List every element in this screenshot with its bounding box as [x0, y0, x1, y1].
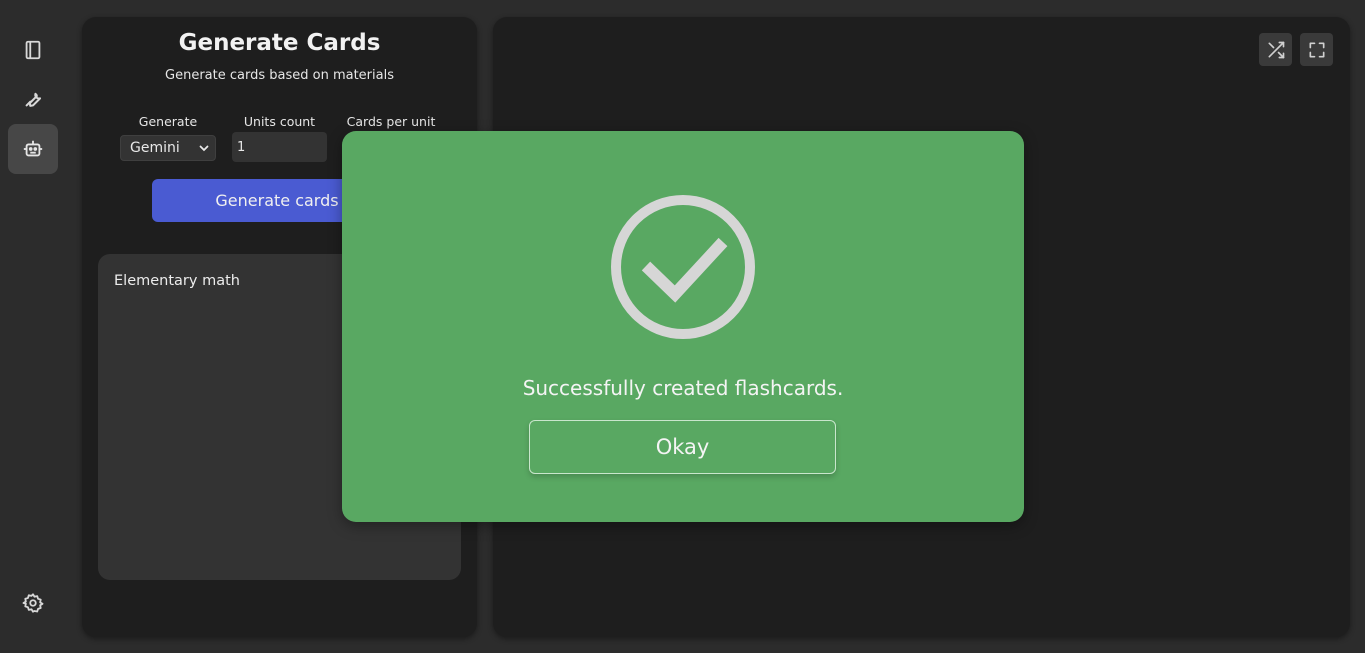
- generate-cards-label: Generate cards: [215, 191, 339, 210]
- page-subtitle: Generate cards based on materials: [165, 68, 394, 83]
- sidebar-item-library[interactable]: [8, 25, 58, 75]
- sidebar-item-tools[interactable]: [8, 74, 58, 124]
- wrench-icon: [25, 92, 42, 107]
- materials-text: Elementary math: [114, 273, 240, 289]
- generate-label: Generate: [138, 114, 198, 129]
- page-title: Generate Cards: [178, 30, 381, 56]
- robot-icon: [23, 140, 43, 157]
- shuffle-icon: [1268, 41, 1284, 58]
- check-circle-icon: [611, 195, 755, 339]
- units-count-label: Units count: [243, 114, 316, 129]
- success-message: Successfully created flashcards.: [522, 376, 844, 400]
- success-modal: Successfully created flashcards. Okay: [342, 131, 1024, 522]
- sidebar-item-generate[interactable]: [8, 124, 58, 174]
- cards-per-unit-label: Cards per unit: [346, 114, 436, 129]
- sidebar: [0, 0, 66, 653]
- settings-button[interactable]: [8, 578, 58, 628]
- app-window: Generate Cards Generate cards based on m…: [0, 0, 1365, 653]
- shuffle-button[interactable]: [1259, 33, 1292, 66]
- units-count-input[interactable]: 1: [232, 132, 327, 162]
- fullscreen-button[interactable]: [1300, 33, 1333, 66]
- generator-model-select[interactable]: Gemini: [120, 135, 216, 161]
- gear-icon: [22, 593, 44, 613]
- chevron-down-icon: [199, 145, 209, 152]
- okay-button-label: Okay: [655, 435, 710, 459]
- okay-button[interactable]: Okay: [529, 420, 836, 474]
- generator-model-value: Gemini: [130, 140, 180, 156]
- fullscreen-icon: [1309, 42, 1324, 58]
- units-count-value: 1: [237, 139, 246, 155]
- book-icon: [25, 40, 41, 60]
